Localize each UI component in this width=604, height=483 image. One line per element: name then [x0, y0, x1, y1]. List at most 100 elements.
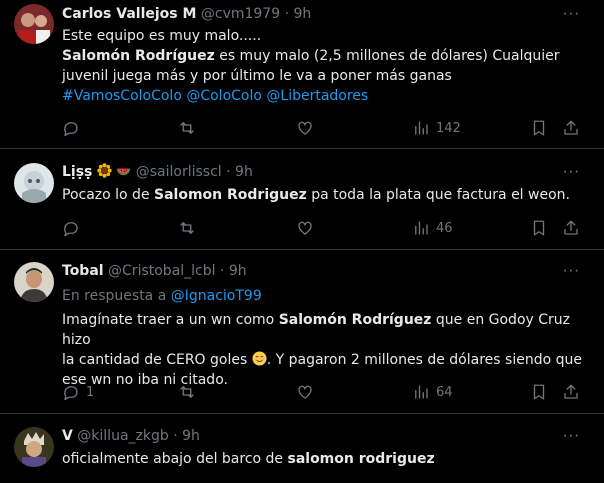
text-span: . Y pagaron 2 millones de dólares siendo…	[266, 352, 582, 368]
tweet-header: Carlos Vallejos M @cvm1979 · 9h	[62, 4, 311, 24]
timeline-feed: Carlos Vallejos M @cvm1979 · 9h ··· Este…	[0, 0, 604, 483]
tweet-header: Lịṣṣ @sailorlisscl · 9h	[62, 162, 253, 182]
like-button[interactable]	[296, 118, 314, 138]
bookmark-icon	[533, 384, 545, 400]
like-button[interactable]	[296, 218, 314, 238]
tweet[interactable]: Carlos Vallejos M @cvm1979 · 9h ··· Este…	[0, 0, 604, 149]
share-icon	[564, 120, 578, 135]
mention-bold: Salomon Rodriguez	[154, 187, 307, 203]
text-line: Este equipo es muy malo.....	[62, 28, 262, 44]
bookmark-button[interactable]	[530, 118, 548, 138]
more-options-icon[interactable]: ···	[563, 261, 580, 281]
text-span: Imagínate traer a un wn como	[62, 312, 279, 328]
reply-button[interactable]: 1	[62, 382, 94, 402]
bookmark-button[interactable]	[530, 382, 548, 402]
analytics-icon	[415, 121, 428, 135]
more-options-icon[interactable]: ···	[563, 4, 580, 24]
share-icon	[564, 220, 578, 235]
analytics-icon	[415, 221, 428, 235]
watermelon-emoji-icon	[117, 168, 131, 176]
text-span: es muy malo (2,5 millones de dólares) Cu…	[214, 48, 560, 64]
more-options-icon[interactable]: ···	[563, 162, 580, 182]
tweet-header: Tobal @Cristobal_lcbl · 9h	[62, 261, 247, 281]
text-line: la cantidad de CERO goles . Y pagaron 2 …	[62, 350, 588, 370]
bookmark-icon	[533, 120, 545, 136]
share-button[interactable]	[562, 382, 580, 402]
heart-icon	[298, 385, 312, 399]
mention-bold: Salomón Rodríguez	[278, 312, 432, 328]
smiling-face-emoji-icon	[252, 351, 267, 366]
separator-dot: ·	[284, 6, 290, 22]
tweet-actions: 1 64	[0, 382, 604, 402]
sunflower-emoji-icon	[97, 163, 112, 178]
display-name[interactable]: Carlos Vallejos M	[62, 6, 196, 22]
reply-count: 1	[86, 384, 95, 400]
text-span: pa toda la plata que factura el weon.	[306, 187, 570, 203]
timestamp[interactable]: 9h	[235, 164, 253, 180]
separator-dot: ·	[173, 428, 178, 444]
reply-button[interactable]	[62, 118, 80, 138]
reply-to-link[interactable]: @IgnacioT99	[171, 288, 262, 304]
share-button[interactable]	[562, 218, 580, 238]
user-handle[interactable]: @cvm1979	[201, 6, 280, 22]
tweet-text: oficialmente abajo del barco de salomon …	[62, 449, 588, 469]
views-count: 64	[436, 384, 453, 400]
timestamp[interactable]: 9h	[182, 428, 200, 444]
tweet[interactable]: V @killua_zkgb · 9h ··· oficialmente aba…	[0, 414, 604, 483]
separator-dot: ·	[226, 164, 231, 180]
user-handle[interactable]: @Cristobal_lcbl	[108, 263, 216, 279]
display-name[interactable]: Lịṣṣ	[62, 164, 92, 180]
mention-link[interactable]: @ColoColo	[186, 88, 262, 104]
avatar[interactable]	[14, 4, 54, 44]
retweet-icon	[180, 222, 194, 234]
user-handle[interactable]: @killua_zkgb	[77, 428, 168, 444]
text-line: juvenil juega más y por último le va a p…	[62, 68, 452, 84]
tweet[interactable]: Tobal @Cristobal_lcbl · 9h ··· En respue…	[0, 250, 604, 414]
views-button[interactable]: 142	[412, 118, 461, 138]
reply-icon	[64, 386, 78, 401]
reply-icon	[64, 122, 78, 137]
retweet-button[interactable]	[178, 218, 196, 238]
tweet-actions: 142	[0, 118, 604, 138]
retweet-button[interactable]	[178, 382, 196, 402]
bookmark-button[interactable]	[530, 218, 548, 238]
display-name[interactable]: Tobal	[62, 263, 104, 279]
views-count: 142	[436, 120, 461, 136]
timestamp[interactable]: 9h	[229, 263, 247, 279]
avatar[interactable]	[14, 262, 54, 302]
heart-icon	[298, 121, 312, 135]
timestamp[interactable]: 9h	[293, 6, 311, 22]
text-line: Salomón Rodríguez es muy malo (2,5 millo…	[62, 46, 588, 66]
separator-dot: ·	[219, 263, 225, 279]
more-options-icon[interactable]: ···	[563, 426, 580, 446]
share-icon	[564, 384, 578, 399]
text-span: Pocazo lo de	[62, 187, 155, 203]
reply-icon	[64, 222, 78, 237]
tweet-text: Este equipo es muy malo..... Salomón Rod…	[62, 26, 588, 106]
like-button[interactable]	[296, 382, 314, 402]
mention-link[interactable]: @Libertadores	[266, 88, 368, 104]
reply-prefix: En respuesta a	[62, 288, 171, 304]
display-name[interactable]: V	[62, 428, 73, 444]
avatar[interactable]	[14, 427, 54, 467]
text-span: la cantidad de CERO goles	[62, 352, 252, 368]
text-span: oficialmente abajo del barco de	[62, 451, 288, 467]
views-count: 46	[436, 220, 453, 236]
mention-bold: Salomón Rodríguez	[62, 48, 215, 64]
reply-button[interactable]	[62, 218, 80, 238]
views-button[interactable]: 46	[412, 218, 453, 238]
hashtag-link[interactable]: #VamosColoColo	[62, 88, 182, 104]
share-button[interactable]	[562, 118, 580, 138]
user-handle[interactable]: @sailorlisscl	[136, 164, 222, 180]
bookmark-icon	[533, 220, 545, 236]
retweet-button[interactable]	[178, 118, 196, 138]
retweet-icon	[180, 386, 194, 398]
views-button[interactable]: 64	[412, 382, 453, 402]
tweet-header: V @killua_zkgb · 9h	[62, 426, 200, 446]
tweet[interactable]: Lịṣṣ @sailorlisscl · 9h ··· Pocazo lo de…	[0, 149, 604, 250]
avatar[interactable]	[14, 163, 54, 203]
mention-bold: salomon rodriguez	[287, 451, 435, 467]
tweet-text: Pocazo lo de Salomon Rodriguez pa toda l…	[62, 185, 588, 205]
tweet-text: Imagínate traer a un wn como Salomón Rod…	[62, 310, 588, 390]
reply-context: En respuesta a @IgnacioT99	[62, 286, 588, 306]
